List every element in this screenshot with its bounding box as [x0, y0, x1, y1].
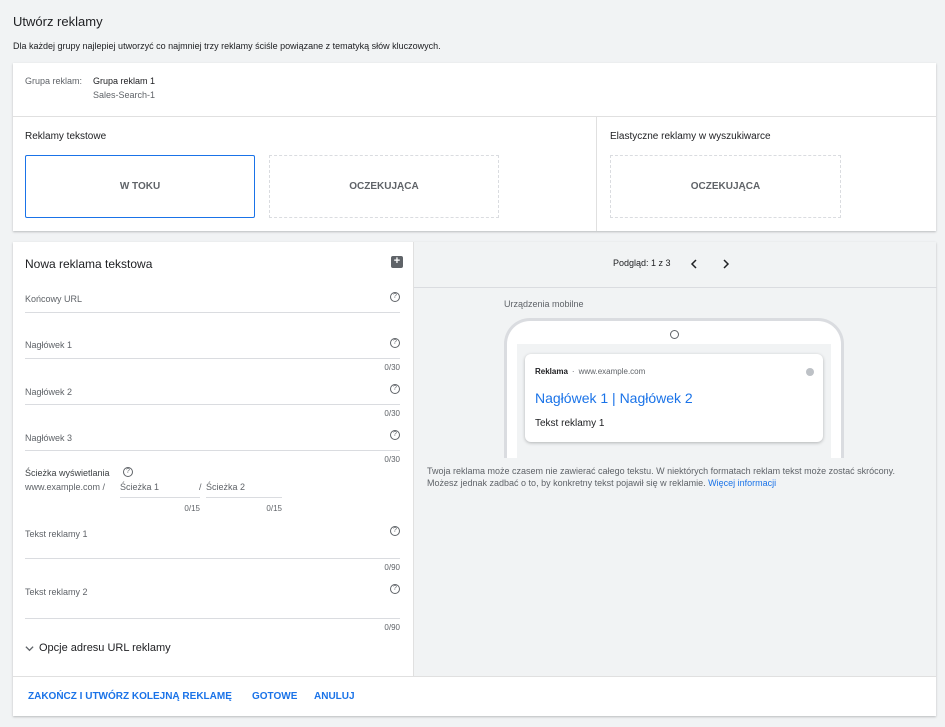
page-title: Utwórz reklamy: [13, 14, 103, 29]
chevron-down-icon: [25, 645, 34, 651]
description-1-label[interactable]: Tekst reklamy 1: [25, 529, 88, 539]
ad-meta-line: Reklama · www.example.com: [535, 367, 645, 376]
ad-group-label: Grupa reklam:: [25, 76, 83, 86]
action-bar: ZAKOŃCZ I UTWÓRZ KOLEJNĄ REKLAMĘ GOTOWE …: [13, 676, 936, 716]
headline-2-counter: 0/30: [384, 409, 400, 418]
path-2-counter: 0/15: [266, 504, 282, 513]
help-icon[interactable]: ?: [390, 584, 400, 594]
help-icon[interactable]: ?: [390, 338, 400, 348]
url-options-toggle[interactable]: Opcje adresu URL reklamy: [25, 642, 171, 654]
ad-separator: ·: [571, 367, 575, 376]
preview-note: Twoja reklama może czasem nie zawierać c…: [427, 465, 922, 489]
campaign-name: Sales-Search-1: [93, 90, 156, 100]
help-icon[interactable]: ?: [390, 526, 400, 536]
phone-camera: [670, 330, 679, 339]
ad-domain: www.example.com: [578, 367, 646, 376]
chevron-left-icon[interactable]: [690, 259, 699, 269]
final-url-field[interactable]: [25, 312, 400, 313]
headline-2-field[interactable]: [25, 404, 400, 405]
cancel-button[interactable]: ANULUJ: [314, 691, 355, 702]
help-icon[interactable]: ?: [390, 384, 400, 394]
help-icon[interactable]: ?: [390, 430, 400, 440]
display-path-label: Ścieżka wyświetlania: [25, 468, 110, 478]
info-icon: [806, 368, 814, 376]
finish-and-create-another-button[interactable]: ZAKOŃCZ I UTWÓRZ KOLEJNĄ REKLAMĘ: [28, 691, 232, 702]
display-path-domain: www.example.com /: [25, 482, 106, 492]
preview-pagination: Podgląd: 1 z 3: [613, 258, 671, 268]
editor-heading: Nowa reklama tekstowa: [25, 257, 153, 271]
text-ads-label: Reklamy tekstowe: [25, 131, 107, 142]
ad-group-name: Grupa reklam 1: [93, 76, 156, 86]
responsive-ads-label: Elastyczne reklamy w wyszukiwarce: [610, 131, 771, 142]
description-1-field[interactable]: [25, 558, 400, 559]
headline-3-field[interactable]: [25, 450, 400, 451]
help-icon[interactable]: ?: [390, 292, 400, 302]
section-divider: [596, 117, 597, 231]
preview-header: Podgląd: 1 z 3: [414, 242, 937, 288]
preview-pane: Podgląd: 1 z 3 Urządzenia mobilne Reklam…: [413, 242, 937, 676]
ad-editor-card: Nowa reklama tekstowa + Końcowy URL ? Na…: [13, 242, 937, 716]
mobile-phone-frame: Reklama · www.example.com Nagłówek 1 | N…: [504, 318, 844, 458]
ad-preview-card: Reklama · www.example.com Nagłówek 1 | N…: [525, 354, 823, 442]
description-2-counter: 0/90: [384, 623, 400, 632]
path-1-counter: 0/15: [184, 504, 200, 513]
ad-group-row: Grupa reklam: Grupa reklam 1 Sales-Searc…: [13, 63, 936, 117]
ad-form: Nowa reklama tekstowa + Końcowy URL ? Na…: [13, 242, 413, 676]
text-ad-tile-in-progress[interactable]: W TOKU: [25, 155, 255, 218]
add-comment-icon[interactable]: +: [391, 256, 403, 268]
final-url-label[interactable]: Końcowy URL: [25, 294, 82, 304]
done-button[interactable]: GOTOWE: [252, 691, 297, 702]
headline-1-field[interactable]: [25, 358, 400, 359]
description-1-counter: 0/90: [384, 563, 400, 572]
text-ad-tile-pending[interactable]: OCZEKUJĄCA: [269, 155, 499, 218]
path-2-underline: [206, 497, 282, 498]
ad-description: Tekst reklamy 1: [535, 418, 605, 429]
ad-badge: Reklama: [535, 367, 568, 376]
headline-3-label[interactable]: Nagłówek 3: [25, 433, 72, 443]
responsive-ad-tile-pending[interactable]: OCZEKUJĄCA: [610, 155, 841, 218]
preview-note-text: Twoja reklama może czasem nie zawierać c…: [427, 466, 896, 488]
path-1-field[interactable]: Ścieżka 1: [120, 482, 159, 492]
device-label: Urządzenia mobilne: [504, 299, 584, 309]
headline-1-counter: 0/30: [384, 363, 400, 372]
headline-1-label[interactable]: Nagłówek 1: [25, 340, 72, 350]
chevron-right-icon[interactable]: [721, 259, 730, 269]
path-2-separator: /: [199, 482, 202, 492]
path-2-field[interactable]: Ścieżka 2: [206, 482, 245, 492]
headline-3-counter: 0/30: [384, 455, 400, 464]
help-icon[interactable]: ?: [123, 467, 133, 477]
description-2-field[interactable]: [25, 618, 400, 619]
path-1-underline: [120, 497, 200, 498]
headline-2-label[interactable]: Nagłówek 2: [25, 387, 72, 397]
ad-headline: Nagłówek 1 | Nagłówek 2: [535, 390, 693, 406]
url-options-label: Opcje adresu URL reklamy: [39, 642, 171, 654]
ad-group-card: Grupa reklam: Grupa reklam 1 Sales-Searc…: [13, 63, 936, 231]
description-2-label[interactable]: Tekst reklamy 2: [25, 587, 88, 597]
page-subtitle: Dla każdej grupy najlepiej utworzyć co n…: [13, 41, 441, 51]
learn-more-link[interactable]: Więcej informacji: [708, 478, 776, 488]
phone-screen: Reklama · www.example.com Nagłówek 1 | N…: [517, 344, 831, 458]
